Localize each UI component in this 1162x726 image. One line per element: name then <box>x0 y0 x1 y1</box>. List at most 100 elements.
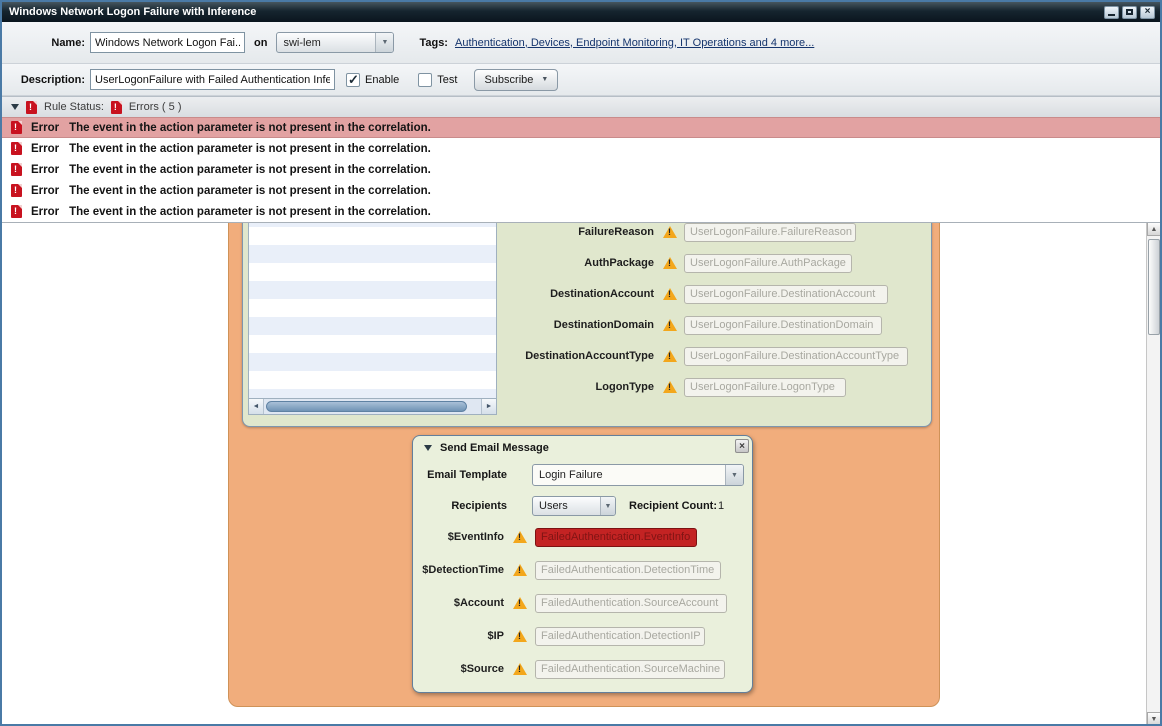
restore-icon <box>1126 9 1133 15</box>
rule-status-label: Rule Status: <box>44 101 104 113</box>
scrollbar-thumb[interactable] <box>1148 239 1160 335</box>
description-label: Description: <box>20 73 85 86</box>
error-icon <box>11 205 22 218</box>
manager-dropdown-value: swi-lem <box>283 36 321 49</box>
error-icon <box>11 163 22 176</box>
warning-icon <box>663 350 677 362</box>
minimize-icon <box>1108 14 1115 16</box>
error-row[interactable]: Error The event in the action parameter … <box>2 159 1160 180</box>
field-value-input[interactable]: FailedAuthentication.SourceMachine <box>535 659 725 679</box>
field-label: LogonType <box>595 381 654 393</box>
recipients-label: Recipients <box>451 500 507 512</box>
collapse-icon[interactable] <box>424 445 432 451</box>
scrollbar-thumb[interactable] <box>266 401 467 412</box>
field-label: $EventInfo <box>447 531 504 543</box>
collapse-icon[interactable] <box>11 104 19 110</box>
correlation-field-row: LogonType UserLogonFailure.LogonType <box>502 377 846 397</box>
warning-icon <box>663 257 677 269</box>
scroll-up-icon[interactable]: ▲ <box>1147 222 1160 236</box>
error-type: Error <box>31 142 60 155</box>
field-label: DestinationAccountType <box>525 350 654 362</box>
restore-button[interactable] <box>1122 5 1137 19</box>
horizontal-scrollbar[interactable]: ◄ ► <box>248 398 497 415</box>
error-type: Error <box>31 205 60 218</box>
field-value-input[interactable]: FailedAuthentication.DetectionIP <box>535 626 705 646</box>
recipients-dropdown[interactable]: Users ▼ <box>532 496 616 516</box>
window-title: Windows Network Logon Failure with Infer… <box>9 6 257 18</box>
error-row[interactable]: Error The event in the action parameter … <box>2 180 1160 201</box>
name-row: Name: on swi-lem ▼ Tags: Authentication,… <box>2 22 1160 64</box>
correlation-field-row: DestinationAccount UserLogonFailure.Dest… <box>502 284 888 304</box>
email-template-label: Email Template <box>427 469 507 481</box>
chevron-down-icon: ▼ <box>541 76 549 83</box>
error-type: Error <box>31 121 60 134</box>
errors-summary: Errors ( 5 ) <box>128 101 182 113</box>
field-value-input[interactable]: FailedAuthentication.SourceAccount <box>535 593 727 613</box>
description-row: Description: Enable Test Subscribe ▼ <box>2 64 1160 96</box>
correlation-field-row: FailureReason UserLogonFailure.FailureRe… <box>502 222 856 242</box>
scroll-right-icon[interactable]: ► <box>481 399 496 414</box>
error-message: The event in the action parameter is not… <box>69 205 431 218</box>
tags-link[interactable]: Authentication, Devices, Endpoint Monito… <box>455 37 814 49</box>
field-value-input[interactable]: FailedAuthentication.DetectionTime <box>535 560 721 580</box>
correlation-field-row: AuthPackage UserLogonFailure.AuthPackage <box>502 253 852 273</box>
subscribe-button-label: Subscribe <box>484 73 534 86</box>
error-type: Error <box>31 184 60 197</box>
error-row[interactable]: Error The event in the action parameter … <box>2 201 1160 222</box>
error-icon <box>110 100 122 114</box>
warning-icon <box>513 630 527 642</box>
scroll-down-icon[interactable]: ▼ <box>1147 712 1160 724</box>
error-message: The event in the action parameter is not… <box>69 163 431 176</box>
chevron-down-icon[interactable]: ▼ <box>375 33 394 52</box>
warning-icon <box>663 319 677 331</box>
send-email-header: Send Email Message <box>424 442 549 454</box>
manager-dropdown[interactable]: swi-lem ▼ <box>276 32 395 53</box>
rule-status-bar: Rule Status: Errors ( 5 ) <box>2 96 1160 117</box>
vertical-scrollbar[interactable]: ▲ ▼ <box>1146 222 1160 724</box>
test-label: Test <box>437 73 458 86</box>
email-template-value: Login Failure <box>539 469 603 481</box>
field-value-input[interactable]: FailedAuthentication.EventInfo <box>535 527 697 547</box>
field-value-input[interactable]: UserLogonFailure.FailureReason <box>684 222 856 242</box>
field-value-input[interactable]: UserLogonFailure.DestinationAccountType <box>684 346 908 366</box>
chevron-down-icon[interactable]: ▼ <box>725 465 743 485</box>
error-row[interactable]: Error The event in the action parameter … <box>2 117 1160 138</box>
scroll-left-icon[interactable]: ◄ <box>249 399 264 414</box>
email-field-row: $Account FailedAuthentication.SourceAcco… <box>400 593 727 613</box>
field-label: DestinationDomain <box>553 319 654 331</box>
warning-icon <box>663 288 677 300</box>
error-icon <box>11 121 22 134</box>
enable-label: Enable <box>365 73 400 86</box>
name-input[interactable] <box>90 32 245 53</box>
warning-icon <box>663 226 677 238</box>
panel-close-button[interactable]: × <box>735 439 749 453</box>
name-label: Name: <box>51 36 85 49</box>
email-template-dropdown[interactable]: Login Failure ▼ <box>532 464 744 486</box>
warning-icon <box>513 564 527 576</box>
test-checkbox[interactable] <box>418 72 433 87</box>
close-button[interactable]: × <box>1140 5 1155 19</box>
rule-editor-window: Windows Network Logon Failure with Infer… <box>0 0 1162 726</box>
description-input[interactable] <box>90 69 335 90</box>
tags-label: Tags: <box>419 36 448 49</box>
correlation-field-row: DestinationDomain UserLogonFailure.Desti… <box>502 315 882 335</box>
send-email-title: Send Email Message <box>440 442 549 454</box>
chevron-down-icon[interactable]: ▼ <box>600 497 615 515</box>
field-value-input[interactable]: UserLogonFailure.DestinationDomain <box>684 315 882 335</box>
error-row[interactable]: Error The event in the action parameter … <box>2 138 1160 159</box>
error-icon <box>11 142 22 155</box>
subscribe-button[interactable]: Subscribe ▼ <box>474 68 559 91</box>
field-label: $Source <box>460 663 504 675</box>
field-value-input[interactable]: UserLogonFailure.DestinationAccount <box>684 284 888 304</box>
field-label: $DetectionTime <box>422 564 504 576</box>
warning-icon <box>513 531 527 543</box>
field-label: $Account <box>453 597 504 609</box>
recipient-count-value: 1 <box>718 500 725 512</box>
enable-checkbox[interactable] <box>346 72 360 88</box>
minimize-button[interactable] <box>1104 5 1119 19</box>
field-value-input[interactable]: UserLogonFailure.LogonType <box>684 377 846 397</box>
error-icon <box>11 184 22 197</box>
field-label: FailureReason <box>578 226 654 238</box>
error-list: Error The event in the action parameter … <box>2 117 1160 223</box>
field-value-input[interactable]: UserLogonFailure.AuthPackage <box>684 253 852 273</box>
